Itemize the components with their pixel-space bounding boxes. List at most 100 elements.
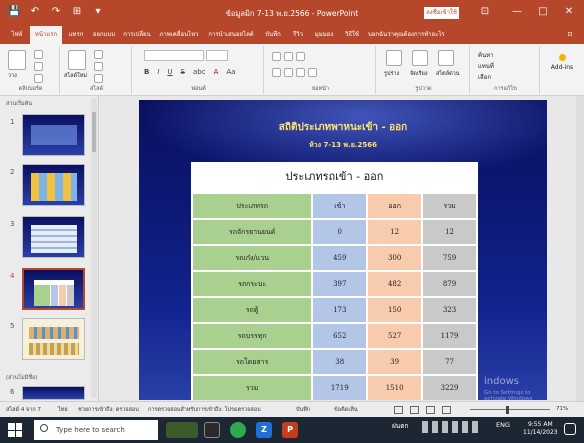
arrange-icon[interactable] [412,50,428,66]
font-name-combo[interactable] [144,50,204,61]
thumb2-content [31,173,77,201]
slideshow-view-icon[interactable] [442,406,451,414]
accessibility-status[interactable]: ช่วยการเข้าถึง: ตรวจสอบ [78,406,139,414]
thumb4-table [34,280,74,306]
quick-styles-icon[interactable] [438,50,454,66]
activate-windows-hint: Go to Settings to activate Windows [484,390,533,400]
activate-windows-watermark: indows [484,376,519,387]
system-tray-icons[interactable] [422,421,482,433]
header-type: ประเภทรถ [190,192,314,220]
minimize-button[interactable]: — [504,3,530,21]
table-row: รถบรรทุก 652 527 1179 [190,322,478,350]
share-icon[interactable]: ⊡ [562,26,578,44]
input-language[interactable]: ENG [496,421,510,429]
weather-status[interactable]: ฝนตก [392,421,408,431]
title-bar: 💾 ↶ ↷ ⊞ ▾ ข้อมูลมิก 7-13 พ.ย.2566 - Powe… [0,0,584,26]
select-button[interactable]: เลือก [478,72,491,82]
task-view-icon[interactable] [204,422,220,438]
tab-help[interactable]: วิธีใช้ [340,26,364,44]
bold-button[interactable]: B [144,68,149,76]
tab-animations[interactable]: ภาพเคลื่อนไหว [156,26,202,44]
slide-title[interactable]: สถิติประเภทพาหนะเข้า - ออก [139,120,547,135]
tab-view[interactable]: มุมมอง [310,26,338,44]
numbering-icon[interactable] [284,52,293,61]
slide-thumbnail-3[interactable] [22,216,85,258]
notifications-icon[interactable] [564,423,576,435]
format-painter-icon[interactable] [34,74,43,83]
addins-icon[interactable] [558,54,566,61]
slide-subtitle[interactable]: ห้วง 7-13 พ.ย.2566 [139,140,547,151]
tab-home[interactable]: หน้าแรก [30,26,62,44]
shapes-icon[interactable] [386,50,402,66]
current-slide[interactable]: สถิติประเภทพาหนะเข้า - ออก ห้วง 7-13 พ.ย… [139,100,547,400]
align-right-icon[interactable] [296,68,305,77]
align-left-icon[interactable] [272,68,281,77]
cell-out: 1510 [366,374,424,400]
slide-sorter-icon[interactable] [410,406,419,414]
taskbar-search[interactable]: Type here to search [34,420,158,440]
reset-icon[interactable] [94,62,103,71]
slide-thumbnail-5[interactable] [22,318,85,360]
chrome-icon[interactable] [230,422,246,438]
tab-review[interactable]: รีวิว [288,26,308,44]
normal-view-icon[interactable] [394,406,403,414]
slide-thumbnail-6[interactable] [22,386,85,400]
sign-in-button[interactable]: ลงชื่อเข้าใช้ [424,7,459,19]
change-case-button[interactable]: Aa [226,68,235,76]
tab-file[interactable]: ไฟล์ [6,26,28,44]
char-spacing-button[interactable]: abc [193,68,206,76]
comments-button[interactable]: ข้อคิดเห็น [334,406,358,414]
reading-view-icon[interactable] [426,406,435,414]
new-slide-icon[interactable] [68,50,86,70]
tab-insert[interactable]: แทรก [64,26,88,44]
font-color-button[interactable]: A [214,68,219,76]
windows-start-icon[interactable] [8,423,22,437]
cut-icon[interactable] [34,50,43,59]
slide-thumbnail-2[interactable] [22,164,85,206]
zoom-level[interactable]: 71% [556,406,568,412]
zoom-slider-thumb[interactable] [506,406,509,414]
slide-thumbnail-4[interactable] [22,268,85,310]
accessibility-note[interactable]: การตรวจสอบสำหรับการเข้าถึง: โปรดตรวจสอบ [148,406,261,414]
find-button[interactable]: ค้นหา [478,50,493,60]
justify-icon[interactable] [308,68,317,77]
align-center-icon[interactable] [284,68,293,77]
zoom-app-icon[interactable]: Z [256,422,272,438]
weather-widget-icon[interactable] [166,422,198,438]
section-icon[interactable] [94,74,103,83]
indent-icon[interactable] [296,52,305,61]
slides-pane-scrollbar[interactable] [91,98,97,398]
zoom-slider[interactable] [470,409,550,410]
tab-transitions[interactable]: การเปลี่ยน [120,26,154,44]
cell-type: รถจักรยานยนต์ [190,218,314,246]
ribbon-display-options-icon[interactable]: ⊡ [472,3,498,21]
maximize-button[interactable]: □ [530,3,556,21]
slide-thumbnail-1[interactable] [22,114,85,156]
tab-design[interactable]: ออกแบบ [90,26,118,44]
copy-icon[interactable] [34,62,43,71]
paste-icon[interactable] [8,50,26,70]
font-size-combo[interactable] [206,50,228,61]
taskbar-clock[interactable]: 9:55 AM 11/14/2023 [523,421,558,437]
slides-pane-scroll-thumb[interactable] [92,112,96,152]
editor-vertical-scrollbar[interactable] [576,96,584,401]
bullets-icon[interactable] [272,52,281,61]
replace-button[interactable]: แทนที่ [478,61,494,71]
ribbon-tabs: ไฟล์ หน้าแรก แทรก ออกแบบ การเปลี่ยน ภาพเ… [0,26,584,44]
vehicle-table[interactable]: ประเภทรถเข้า - ออก ประเภทรถ เข้า ออก รวม… [190,162,478,400]
tell-me-search[interactable]: บอกฉันว่าคุณต้องการทำอะไร [368,26,478,44]
addins-button-label[interactable]: Add-ins [543,64,581,71]
cell-total: 3229 [421,374,478,400]
tab-slideshow[interactable]: การนำเสนอสไลด์ [204,26,258,44]
close-button[interactable]: ✕ [556,3,582,21]
language-indicator[interactable]: ไทย [58,406,68,414]
section-header-untitled[interactable]: (ส่วนไม่มีชื่อ) [6,374,38,382]
underline-button[interactable]: U [167,68,172,76]
notes-button[interactable]: บันทึก [296,406,310,414]
strikethrough-button[interactable]: S [181,68,185,76]
tab-record[interactable]: บันทึก [260,26,286,44]
layout-icon[interactable] [94,50,103,59]
powerpoint-taskbar-icon[interactable]: P [282,422,298,438]
section-header-default[interactable]: ส่วนเริ่มต้น [6,100,32,108]
italic-button[interactable]: I [157,68,159,76]
